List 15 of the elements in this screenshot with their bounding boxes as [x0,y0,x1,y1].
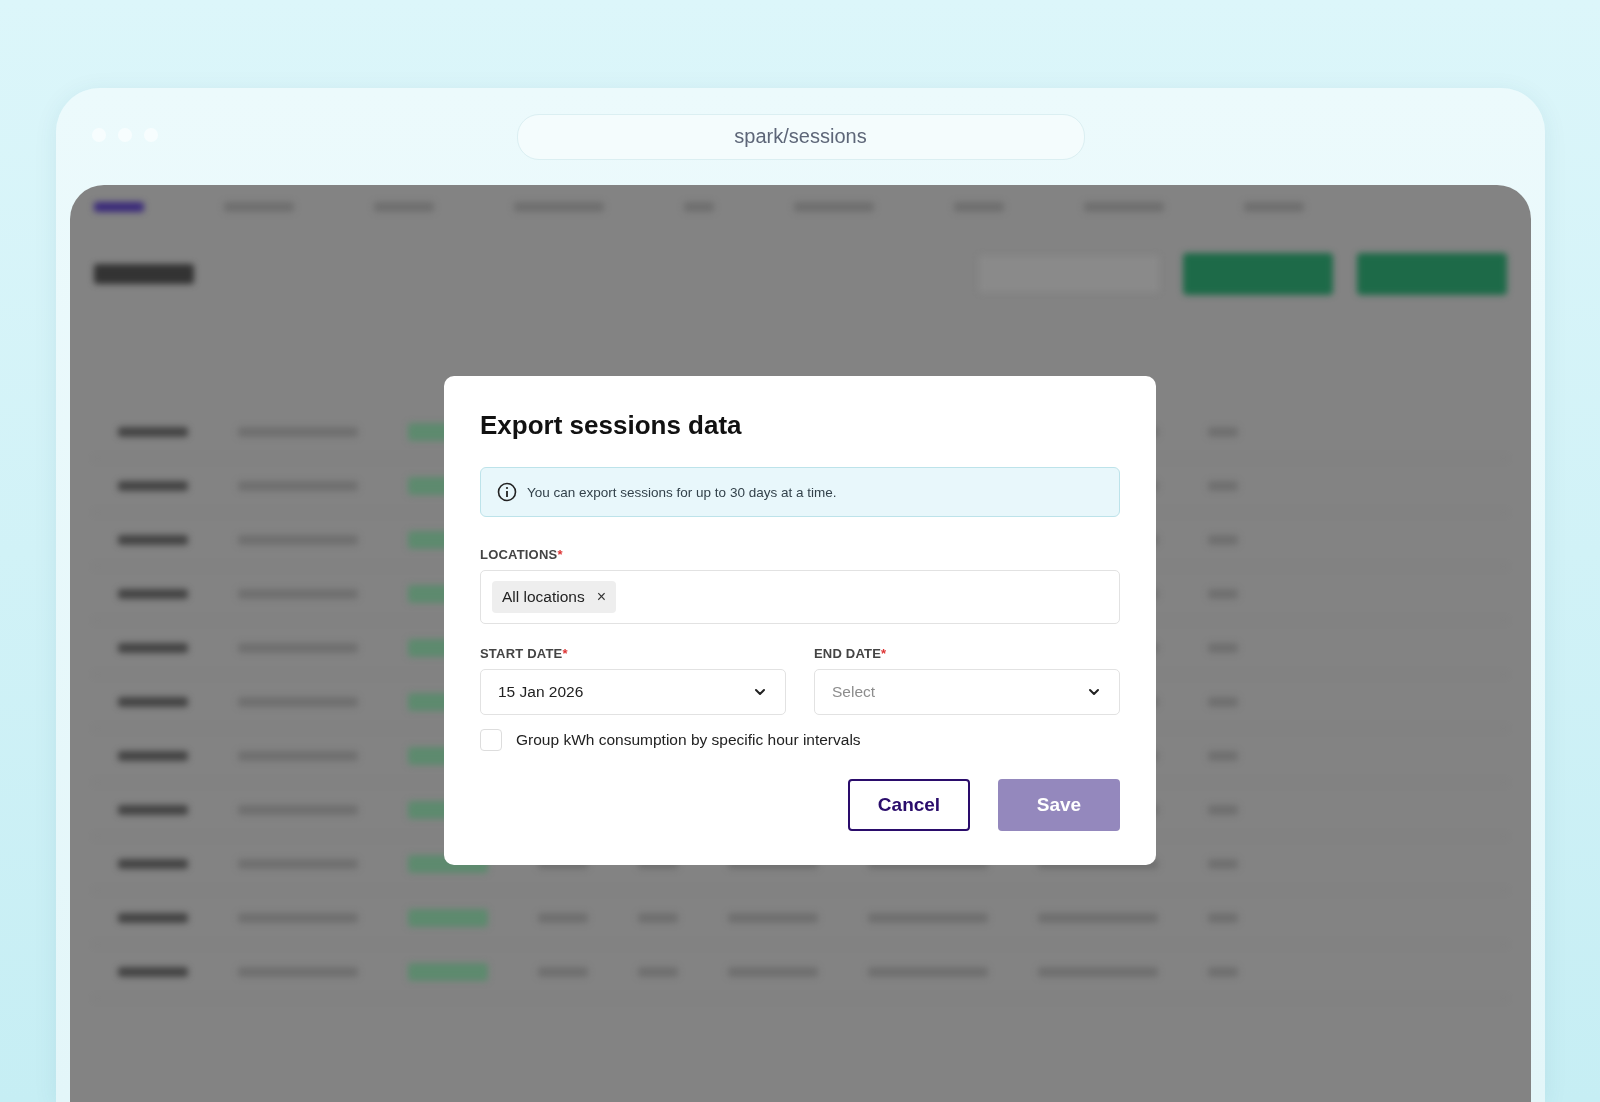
locations-field[interactable]: All locations × [480,570,1120,624]
field-label: START DATE* [480,646,569,661]
dialog-title: Export sessions data [480,410,743,441]
field-label: END DATE* [814,646,888,661]
info-text: You can export sessions for up to 30 days at a time. [527,484,837,500]
info-icon [497,482,517,502]
location-tag: All locations × [492,581,617,613]
end-date-dropdown[interactable]: Select [814,669,1120,715]
remove-tag-button[interactable]: × [596,588,607,606]
start-date-dropdown[interactable]: 15 Jan 2026 [480,669,786,715]
cancel-button[interactable]: Cancel [848,779,970,831]
checkbox[interactable] [480,729,502,751]
checkbox-label: Group kWh consumption by specific hour intervals [516,731,861,749]
address-bar[interactable]: spark/sessions [516,113,1085,160]
field-label: LOCATIONS* [480,547,564,562]
